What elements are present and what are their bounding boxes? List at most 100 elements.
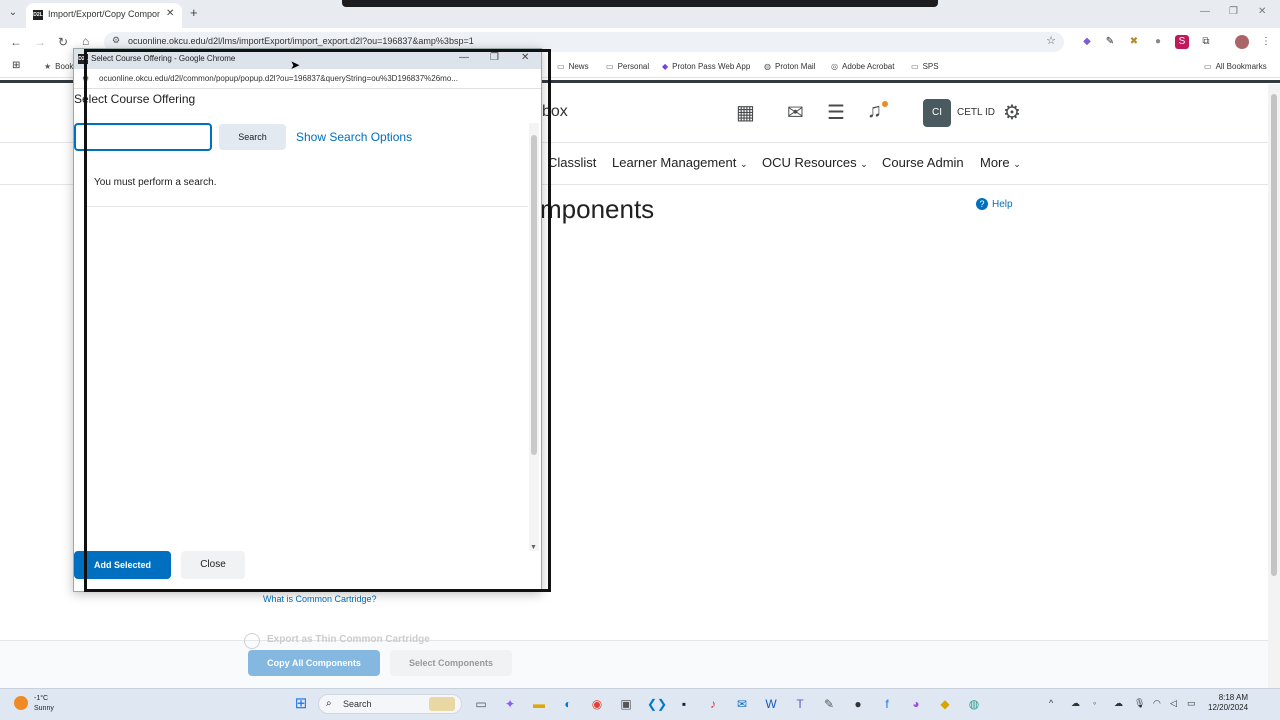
extension-icon[interactable]: ◆ xyxy=(1080,35,1094,49)
taskbar-search[interactable]: ⌕ Search xyxy=(318,694,462,714)
popup-minimize-icon[interactable]: — xyxy=(459,52,469,63)
close-button[interactable]: Close xyxy=(181,551,245,579)
pen-extension-icon[interactable]: ✎ xyxy=(1103,35,1117,49)
notes-icon[interactable]: ✎ xyxy=(821,696,837,712)
export-radio[interactable] xyxy=(244,633,260,649)
app-icon[interactable]: ● xyxy=(850,696,866,712)
browser-tab-active[interactable]: D2L Import/Export/Copy Componen ✕ xyxy=(26,3,182,28)
close-tab-icon[interactable]: ✕ xyxy=(166,8,174,19)
onedrive-icon[interactable]: ☁ xyxy=(1071,698,1080,709)
tools-extension-icon[interactable]: ✖ xyxy=(1127,35,1141,49)
copilot-icon[interactable]: ✦ xyxy=(502,696,518,712)
help-link[interactable]: ? Help xyxy=(976,198,1013,210)
course-selector-grid-icon[interactable]: ▦ xyxy=(736,100,755,125)
tab-search-button[interactable]: ⌄ xyxy=(6,6,20,20)
avatar[interactable]: CI xyxy=(923,99,951,127)
popup-address-bar[interactable]: ⚙ ocuonline.okcu.edu/d2l/common/popup/po… xyxy=(74,69,541,89)
terminal-icon[interactable]: ▪ xyxy=(676,696,692,712)
popup-scrollbar[interactable]: ▼ xyxy=(529,123,539,551)
address-url[interactable]: ocuonline.okcu.edu/d2l/lms/importExport/… xyxy=(128,36,474,46)
profile-avatar[interactable] xyxy=(1235,35,1249,49)
windows-start-icon[interactable]: ⊞ xyxy=(293,696,309,712)
task-view-icon[interactable]: ▭ xyxy=(473,696,489,712)
system-clock[interactable]: 8:18 AM 12/20/2024 xyxy=(1208,693,1248,713)
site-info-icon[interactable]: ⚙ xyxy=(82,74,89,83)
bookmark-item[interactable]: ▭ SPS xyxy=(911,62,939,71)
maximize-icon[interactable]: ❐ xyxy=(1229,6,1238,17)
home-icon[interactable]: ⌂ xyxy=(82,34,89,48)
nav-item-course-admin[interactable]: Course Admin xyxy=(882,155,964,170)
nav-item-more[interactable]: More ⌄ xyxy=(980,155,1021,170)
bookmark-star-icon[interactable]: ☆ xyxy=(1046,34,1056,47)
messenger-icon[interactable]: ◕ xyxy=(908,696,924,712)
popup-titlebar[interactable]: D2L Select Course Offering - Google Chro… xyxy=(74,49,541,69)
user-name[interactable]: CETL ID xyxy=(957,107,995,118)
popup-close-icon[interactable]: ✕ xyxy=(521,52,529,63)
show-hidden-icons-icon[interactable]: ^ xyxy=(1049,698,1053,708)
apps-grid-icon[interactable]: ⊞ xyxy=(12,60,20,71)
folder-icon: ▭ xyxy=(1204,62,1212,71)
nav-item-classlist[interactable]: Classlist xyxy=(548,155,596,170)
vscode-icon[interactable]: ❮❯ xyxy=(647,696,667,712)
new-tab-icon[interactable]: + xyxy=(190,5,198,20)
bookmark-item[interactable]: ◍ Proton Mail xyxy=(764,62,815,71)
popup-scrollbar-thumb[interactable] xyxy=(531,135,537,455)
copy-all-components-button[interactable]: Copy All Components xyxy=(248,650,380,676)
bookmark-item[interactable]: ★ Book xyxy=(44,62,73,71)
search-input[interactable] xyxy=(74,123,212,151)
common-cartridge-link[interactable]: What is Common Cartridge? xyxy=(263,594,377,604)
battery-icon[interactable]: ▭ xyxy=(1187,698,1196,709)
scroll-down-arrow-icon[interactable]: ▼ xyxy=(530,544,537,551)
notification-dot xyxy=(882,101,888,107)
teams-icon[interactable]: T xyxy=(792,696,808,712)
file-explorer-icon[interactable]: ▬ xyxy=(531,696,547,712)
facebook-icon[interactable]: f xyxy=(879,696,895,712)
app-icon[interactable]: ◆ xyxy=(937,696,953,712)
music-icon[interactable]: ♪ xyxy=(705,696,721,712)
volume-icon[interactable]: ◁ xyxy=(1170,698,1177,709)
tray-icon[interactable]: ◦ xyxy=(1093,698,1096,708)
settings-gear-icon[interactable]: ⚙ xyxy=(1003,100,1021,125)
s-extension-icon[interactable]: S xyxy=(1175,35,1189,49)
subscription-alerts-icon[interactable]: ☰ xyxy=(827,100,845,125)
wifi-icon[interactable]: ◠ xyxy=(1153,698,1161,709)
extension-icon[interactable]: ● xyxy=(1151,35,1165,49)
select-components-button[interactable]: Select Components xyxy=(390,650,512,676)
edge-icon[interactable]: ◐ xyxy=(560,696,576,712)
page-scrollbar-thumb[interactable] xyxy=(1271,94,1277,576)
nav-item-learner-management[interactable]: Learner Management ⌄ xyxy=(612,155,747,170)
nav-item-ocu-resources[interactable]: OCU Resources ⌄ xyxy=(762,155,868,170)
tray-icon[interactable]: ☁ xyxy=(1114,698,1123,709)
message-alerts-icon[interactable]: ✉ xyxy=(787,100,804,125)
minimize-icon[interactable]: — xyxy=(1200,6,1210,17)
chevron-down-icon: ⌄ xyxy=(1013,159,1021,169)
app-icon[interactable]: ◍ xyxy=(966,696,982,712)
bookmark-item[interactable]: ◆ Proton Pass Web App xyxy=(662,62,750,71)
update-alerts-bell-icon[interactable]: ♫ xyxy=(867,100,882,123)
windows-taskbar xyxy=(0,688,1280,720)
popup-maximize-icon[interactable]: ❐ xyxy=(490,52,499,63)
all-bookmarks[interactable]: ▭ All Bookmarks xyxy=(1204,62,1267,71)
weather-widget[interactable]: -1°C Sunny xyxy=(34,694,54,714)
bookmark-item[interactable]: ▭ Personal xyxy=(606,62,649,71)
microphone-icon[interactable]: 🎙 xyxy=(1134,698,1145,709)
word-icon[interactable]: W xyxy=(763,696,779,712)
close-window-icon[interactable]: ✕ xyxy=(1258,6,1266,17)
add-selected-button[interactable]: Add Selected xyxy=(74,551,171,579)
forward-icon[interactable]: → xyxy=(34,35,46,49)
chrome-menu-icon[interactable]: ⋮ xyxy=(1259,35,1273,49)
extensions-puzzle-icon[interactable]: ⧉ xyxy=(1199,35,1213,49)
bookmark-item[interactable]: ◎ Adobe Acrobat xyxy=(831,62,894,71)
reload-icon[interactable]: ↻ xyxy=(58,35,68,49)
app-icon[interactable]: ▣ xyxy=(618,696,634,712)
chrome-icon[interactable]: ◉ xyxy=(589,696,605,712)
site-info-icon[interactable]: ⚙ xyxy=(112,35,120,46)
outlook-icon[interactable]: ✉ xyxy=(734,696,750,712)
search-button[interactable]: Search xyxy=(219,124,286,150)
show-search-options-link[interactable]: Show Search Options xyxy=(296,130,412,144)
weather-sun-icon[interactable] xyxy=(14,696,28,710)
bookmark-item[interactable]: ▭ News xyxy=(557,62,589,71)
page-scrollbar[interactable] xyxy=(1268,84,1280,690)
org-title[interactable]: box xyxy=(542,103,568,121)
back-icon[interactable]: ← xyxy=(10,35,22,49)
